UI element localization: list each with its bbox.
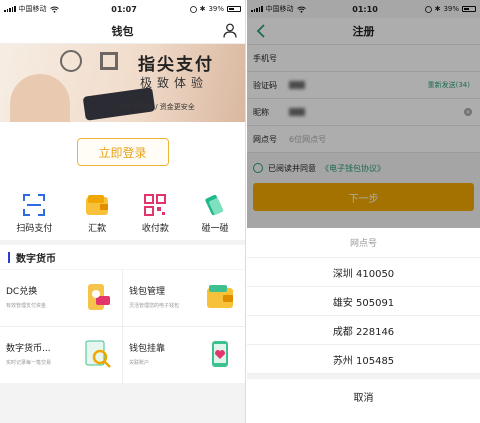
signal-icon: [4, 6, 16, 12]
section-title: 数字货币: [0, 245, 245, 269]
feature-wallet-manage[interactable]: 钱包管理 灵活管理您的电子钱包: [123, 270, 245, 326]
phone-heart-icon: [212, 341, 228, 367]
quick-action-receive-pay[interactable]: 收付款: [142, 193, 169, 234]
quick-actions: 扫码支付 汇款 收付款 碰一碰: [0, 182, 245, 240]
hand-illustration: [10, 74, 70, 122]
login-button[interactable]: 立即登录: [76, 138, 169, 166]
banner-title: 指尖支付: [138, 55, 214, 75]
sheet-option[interactable]: 雄安 505091: [247, 287, 480, 316]
scan-icon: [22, 193, 46, 217]
search-record-icon: [85, 340, 111, 368]
banner-subtitle: 极致体验: [140, 76, 209, 90]
qrcode-icon: [143, 193, 167, 217]
tap-icon: [203, 193, 227, 217]
carrier-label: 中国移动: [18, 5, 47, 13]
wallet-icon: [85, 193, 109, 217]
user-icon[interactable]: [223, 23, 237, 38]
branch-action-sheet: 网点号 深圳 410050 雄安 505091 成都 228146 苏州 105…: [247, 228, 480, 423]
wallet-screen: 中国移动 01:07 ✱ 39% 钱包 指尖支付 极致体验 支付更便捷 / 资金…: [0, 0, 246, 423]
status-bar: 中国移动 01:07 ✱ 39%: [0, 0, 245, 18]
quick-action-scan-pay[interactable]: 扫码支付: [16, 193, 52, 234]
battery-icon: [227, 6, 241, 12]
modal-overlay[interactable]: [247, 0, 480, 228]
quick-action-tap[interactable]: 碰一碰: [202, 193, 229, 234]
lock-rotation-icon: [189, 5, 197, 13]
exchange-icon: [88, 284, 110, 310]
bluetooth-icon: ✱: [199, 5, 206, 13]
wifi-icon: [49, 6, 59, 13]
banner-tagline: 支付更便捷 / 资金更安全: [118, 103, 195, 111]
quick-action-remit[interactable]: 汇款: [85, 193, 109, 234]
page-title: 钱包: [111, 24, 134, 38]
sheet-title: 网点号: [247, 228, 480, 258]
wallet-manage-icon: [207, 285, 233, 308]
feature-wallet-link[interactable]: 钱包挂靠 关联账户: [123, 327, 245, 383]
register-screen: 中国移动 01:10 ✱ 39% 注册 手机号 验证码 重新发送(34) 昵称 …: [247, 0, 480, 423]
cancel-button[interactable]: 取消: [247, 374, 480, 414]
sheet-option[interactable]: 深圳 410050: [247, 258, 480, 287]
feature-dc-exchange[interactable]: DC兑换 有效管理支付资金: [0, 270, 122, 326]
feature-digital-currency[interactable]: 数字货币... 实时记录每一笔交易: [0, 327, 122, 383]
battery-percent: 39%: [208, 5, 224, 13]
fingerprint-icon: [60, 50, 82, 72]
nav-bar: 钱包: [0, 18, 245, 44]
promo-banner[interactable]: 指尖支付 极致体验 支付更便捷 / 资金更安全: [0, 44, 245, 122]
sheet-option[interactable]: 苏州 105485: [247, 345, 480, 374]
feature-grid: DC兑换 有效管理支付资金 钱包管理 灵活管理您的电子钱包 数字货币... 实时…: [0, 270, 245, 383]
status-time: 01:07: [111, 4, 137, 14]
qrcode-icon: [100, 52, 118, 70]
sheet-option[interactable]: 成都 228146: [247, 316, 480, 345]
